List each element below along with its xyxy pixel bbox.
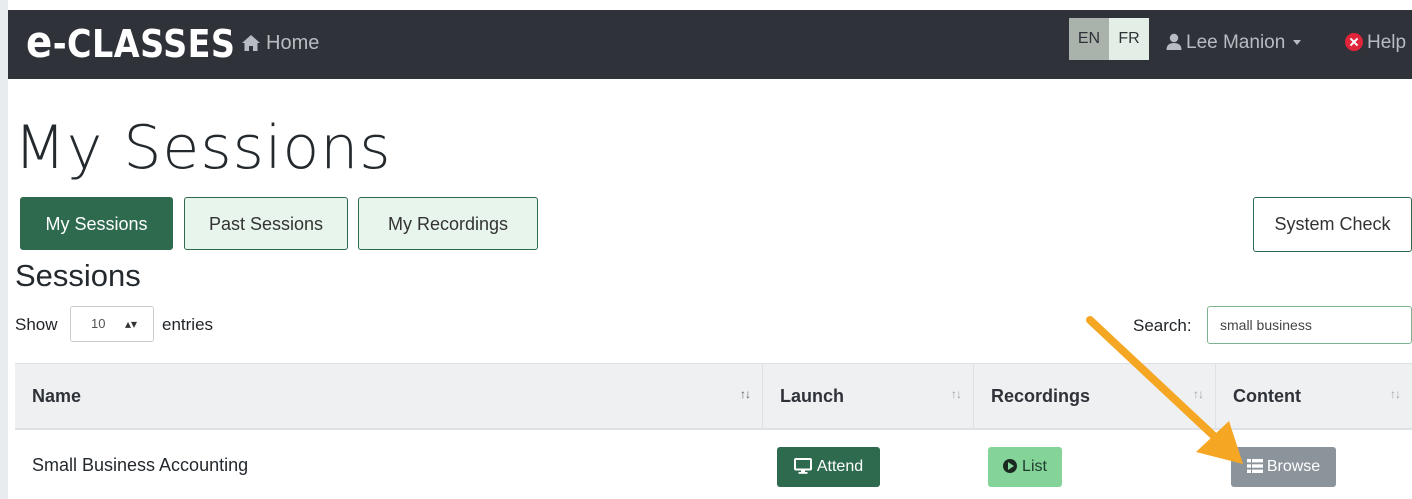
user-menu[interactable]: Lee Manion [1166, 30, 1302, 56]
sort-icon: ↑↓ [1390, 387, 1401, 401]
attend-button[interactable]: Attend [777, 447, 880, 487]
brand-text: -CLASSES [52, 22, 236, 66]
column-header-name[interactable]: Name ↑↓ [15, 364, 762, 429]
tab-my-recordings[interactable]: My Recordings [358, 197, 538, 250]
sort-icon: ↑↓ [1193, 387, 1204, 401]
column-header-label: Content [1233, 386, 1301, 406]
list-label: List [1022, 458, 1047, 475]
page-title: My Sessions [14, 113, 392, 183]
system-check-button[interactable]: System Check [1253, 197, 1412, 252]
sort-icon: ↑↓ [740, 387, 751, 401]
help-icon [1345, 33, 1363, 51]
top-navbar: e-CLASSES Home EN FR Lee Manion Help [8, 10, 1412, 79]
page-edge [0, 0, 8, 499]
help-link[interactable]: Help [1345, 30, 1406, 56]
column-header-launch[interactable]: Launch ↑↓ [762, 364, 973, 429]
entries-select[interactable]: 10 ▴▾ [70, 306, 154, 342]
tab-my-sessions[interactable]: My Sessions [20, 197, 173, 250]
monitor-icon [793, 458, 812, 474]
home-icon [242, 35, 260, 51]
user-icon [1166, 33, 1182, 50]
brand-e: e [26, 17, 53, 68]
entries-label: entries [162, 315, 214, 334]
help-label: Help [1367, 32, 1407, 53]
sessions-heading: Sessions [15, 258, 141, 293]
column-header-label: Launch [780, 386, 845, 406]
search-label: Search: [1133, 316, 1192, 335]
select-arrows-icon: ▴▾ [124, 317, 137, 331]
column-header-content[interactable]: Content ↑↓ [1215, 364, 1412, 429]
table-row: Small Business Accounting Attend List Br… [15, 430, 1412, 499]
browse-content-button[interactable]: Browse [1231, 447, 1336, 487]
column-header-label: Name [32, 386, 82, 406]
home-label: Home [266, 32, 320, 54]
attend-label: Attend [816, 458, 864, 475]
user-name: Lee Manion [1186, 32, 1286, 53]
play-circle-icon [1003, 459, 1018, 473]
column-header-label: Recordings [991, 386, 1091, 406]
lang-fr-button[interactable]: FR [1109, 18, 1149, 60]
entries-value: 10 [91, 316, 106, 331]
brand-logo[interactable]: e-CLASSES [26, 21, 236, 67]
session-name: Small Business Accounting [32, 455, 249, 475]
sort-icon: ↑↓ [951, 387, 962, 401]
list-icon [1246, 459, 1263, 473]
search-input[interactable] [1207, 306, 1412, 344]
browse-label: Browse [1266, 458, 1321, 475]
home-link[interactable]: Home [241, 29, 319, 57]
show-label: Show [15, 315, 58, 334]
table-header: Name ↑↓ Launch ↑↓ Recordings ↑↓ Content ↑↓ [15, 363, 1412, 430]
chevron-down-icon [1293, 40, 1302, 45]
list-recordings-button[interactable]: List [988, 447, 1062, 487]
column-header-recordings[interactable]: Recordings ↑↓ [973, 364, 1215, 429]
lang-en-button[interactable]: EN [1069, 18, 1109, 60]
tab-past-sessions[interactable]: Past Sessions [184, 197, 348, 250]
